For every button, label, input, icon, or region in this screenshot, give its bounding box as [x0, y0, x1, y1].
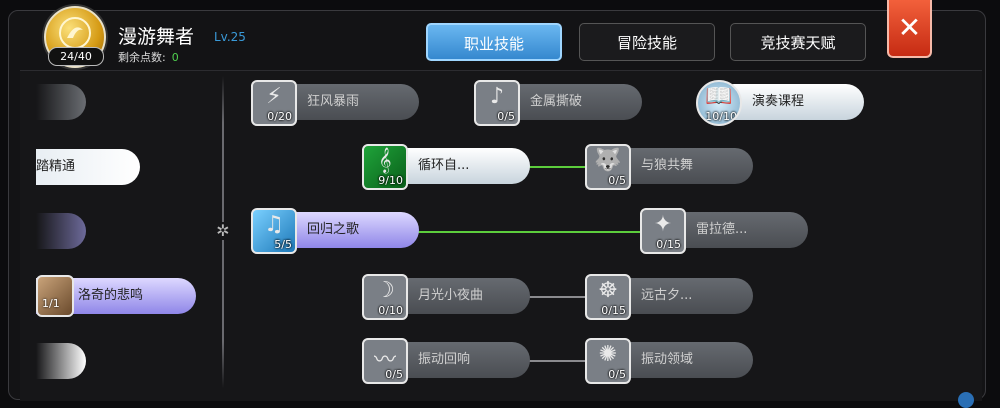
storm-icon: ⚡ 0/20: [251, 80, 297, 126]
left-skill-label: 踏精通: [36, 159, 76, 174]
skill-node-return-song[interactable]: ♫ 5/5 回归之歌: [251, 206, 419, 256]
skill-count: 0/15: [601, 304, 626, 317]
wolf-icon: 🐺 0/5: [585, 144, 631, 190]
sparkle-drop-icon: ✦ 0/15: [640, 208, 686, 254]
skill-link: [528, 166, 588, 168]
skill-label: 回归之歌: [307, 222, 360, 237]
left-skill-row-1[interactable]: [36, 84, 86, 120]
skill-node-vibration-field[interactable]: ✺ 0/5 振动领域: [585, 336, 753, 386]
left-skill-row-5[interactable]: [36, 343, 86, 379]
skill-count: 0/20: [267, 110, 292, 123]
music-note-icon: 𝄞 9/10: [362, 144, 408, 190]
divider-ornament-icon: ✲: [214, 222, 232, 240]
skill-count: 0/5: [608, 174, 626, 187]
left-skill-row-2[interactable]: 踏精通: [36, 149, 140, 185]
skill-label: 远古夕...: [641, 288, 693, 303]
remaining-points: 剩余点数: 0: [118, 49, 179, 65]
skill-node-moonlight-serenade[interactable]: ☽ 0/10 月光小夜曲: [362, 272, 530, 322]
skill-count: 0/5: [497, 110, 515, 123]
skill-label: 振动领域: [641, 352, 694, 367]
skill-link: [528, 360, 588, 362]
skill-label: 演奏课程: [752, 94, 805, 109]
skill-node-metal-tear[interactable]: ♪ 0/5 金属撕破: [474, 78, 642, 128]
skill-count: 0/10: [378, 304, 403, 317]
skill-label: 狂风暴雨: [307, 94, 360, 109]
book-icon: 📖 10/10: [696, 80, 742, 126]
vibration-icon: 〰 0/5: [362, 338, 408, 384]
skill-label: 雷拉德...: [696, 222, 748, 237]
skill-node-wolf-dance[interactable]: 🐺 0/5 与狼共舞: [585, 142, 753, 192]
tab-arena-talents[interactable]: 竞技赛天赋: [730, 23, 866, 61]
skill-count: 1/1: [42, 297, 60, 310]
skill-link: [417, 231, 643, 233]
skill-count: 9/10: [378, 174, 403, 187]
skill-link: [528, 296, 588, 298]
remaining-points-value: 0: [171, 51, 179, 64]
class-name: 漫游舞者: [118, 26, 195, 48]
skill-count: 0/5: [608, 368, 626, 381]
metal-icon: ♪ 0/5: [474, 80, 520, 126]
skill-count: 0/5: [385, 368, 403, 381]
tab-job-skills[interactable]: 职业技能: [426, 23, 562, 61]
info-hint-icon[interactable]: [958, 392, 974, 408]
ancient-icon: ☸ 0/15: [585, 274, 631, 320]
skill-label: 金属撕破: [530, 94, 583, 109]
skill-node-loop[interactable]: 𝄞 9/10 循环自...: [362, 142, 530, 192]
skill-node-storm[interactable]: ⚡ 0/20 狂风暴雨: [251, 78, 419, 128]
lament-icon: 1/1: [36, 275, 74, 317]
class-level: Lv.25: [214, 30, 246, 44]
skill-count: 0/15: [656, 238, 681, 251]
skill-node-performance-course[interactable]: 📖 10/10 演奏课程: [696, 78, 864, 128]
vibration-field-icon: ✺ 0/5: [585, 338, 631, 384]
skill-node-ancient[interactable]: ☸ 0/15 远古夕...: [585, 272, 753, 322]
left-skill-row-4[interactable]: 1/1 洛奇的悲鸣: [36, 275, 196, 317]
skill-progress-badge: 24/40: [48, 47, 104, 66]
close-button[interactable]: ✕: [887, 0, 932, 58]
tab-adventure-skills[interactable]: 冒险技能: [579, 23, 715, 61]
moonlight-icon: ☽ 0/10: [362, 274, 408, 320]
skill-node-lelade[interactable]: ✦ 0/15 雷拉德...: [640, 206, 808, 256]
skill-label: 月光小夜曲: [418, 288, 484, 303]
skill-label: 与狼共舞: [641, 158, 694, 173]
skill-label: 循环自...: [418, 158, 470, 173]
skill-label: 振动回响: [418, 352, 471, 367]
left-skill-label: 洛奇的悲鸣: [78, 288, 144, 303]
left-skill-row-3[interactable]: [36, 213, 86, 249]
song-return-icon: ♫ 5/5: [251, 208, 297, 254]
skill-count: 5/5: [274, 238, 292, 251]
remaining-points-label: 剩余点数:: [118, 51, 166, 64]
skill-count: 10/10: [705, 110, 737, 123]
skill-node-vibration-echo[interactable]: 〰 0/5 振动回响: [362, 336, 530, 386]
close-icon: ✕: [897, 11, 922, 44]
